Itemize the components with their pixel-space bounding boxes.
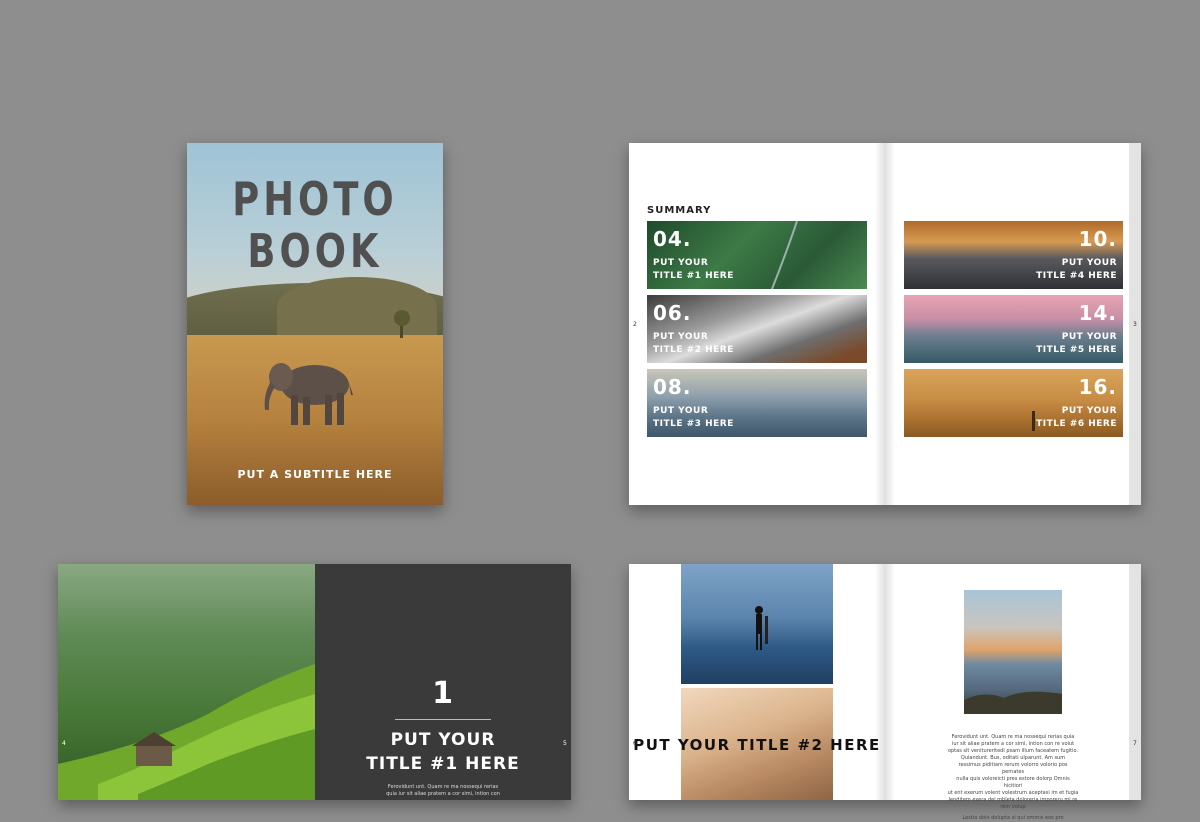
body-line: rem volup — [1000, 804, 1026, 810]
cover-title-line1: PHOTO — [232, 172, 398, 226]
summary-entry-title-line: PUT YOUR — [653, 406, 709, 416]
summary-entry-thumbnail[interactable]: 08. PUT YOUR TITLE #3 HERE — [647, 369, 867, 437]
body-line: lenditem exera del mbleta doloreria impo… — [948, 797, 1078, 803]
title-divider — [395, 719, 491, 720]
page-number: 4 — [62, 740, 66, 747]
page-edge — [1129, 564, 1141, 800]
cover-page: PHOTO BOOK PUT A SUBTITLE HERE — [187, 143, 443, 505]
summary-entry-title: PUT YOUR TITLE #4 HERE — [1036, 257, 1117, 283]
cover-subtitle: PUT A SUBTITLE HERE — [237, 468, 393, 481]
body-line: Lestia dolo dolupta si qui ommis eos pro — [962, 815, 1064, 821]
summary-heading: SUMMARY — [647, 205, 712, 216]
body-line: Ferovidunt unt. Quam re ma nossequi reri… — [387, 784, 499, 790]
summary-entry-thumbnail[interactable]: 04. PUT YOUR TITLE #1 HERE — [647, 221, 867, 289]
summary-entry-title-line: TITLE #4 HERE — [1036, 271, 1117, 281]
person-silhouette — [1032, 411, 1035, 431]
chapter2-spread: PUT YOUR TITLE #2 HERE Ferovidunt unt. Q… — [629, 564, 1141, 821]
summary-entry-thumbnail[interactable]: 14. PUT YOUR TITLE #5 HERE — [904, 295, 1123, 363]
summary-entry-thumbnail[interactable]: 10. PUT YOUR TITLE #4 HERE — [904, 221, 1123, 289]
treeline-graphic — [964, 691, 1062, 714]
surfer-beach-photo — [681, 564, 833, 684]
summary-entry-title: PUT YOUR TITLE #3 HERE — [653, 405, 734, 431]
river-photo — [771, 221, 798, 289]
page-number: 2 — [633, 321, 637, 328]
surfer-silhouette — [755, 606, 768, 650]
chapter-title-line: TITLE #1 HERE — [366, 754, 520, 774]
cover-title-line2: BOOK — [247, 224, 383, 278]
chapter1-spread: 4 1 PUT YOUR TITLE #1 HERE Ferovidunt un… — [58, 564, 571, 800]
body-line: Ferovidunt unt. Quam re ma nossequi reri… — [951, 734, 1075, 740]
cover-title: PHOTO BOOK — [213, 173, 418, 277]
summary-entry-title: PUT YOUR TITLE #1 HERE — [653, 257, 734, 283]
chapter-title: PUT YOUR TITLE #1 HERE — [315, 728, 571, 776]
spread-gutter — [875, 143, 895, 505]
summary-entry-number: 14. — [1078, 301, 1117, 325]
chapter-number: 1 — [432, 676, 454, 711]
summary-entry-number: 16. — [1078, 375, 1117, 399]
summary-entry-title-line: PUT YOUR — [1061, 332, 1117, 342]
summary-entry-title-line: TITLE #6 HERE — [1036, 419, 1117, 429]
summary-entry-thumbnail[interactable]: 16. PUT YOUR TITLE #6 HERE — [904, 369, 1123, 437]
chapter-body-text: Ferovidunt unt. Quam re ma nossequi reri… — [947, 734, 1079, 822]
spread-gutter — [875, 564, 895, 800]
body-line: ut ent exerum volent volestrum aceptasi … — [947, 790, 1079, 796]
summary-entry-number: 10. — [1078, 227, 1117, 251]
body-line: quia iur sit aliae pratem a cor simi, in… — [386, 791, 500, 797]
body-line: Quiandunt. Bus, oditati ulparunt. Am sum — [960, 755, 1066, 761]
body-line: nulla quis voloreicti pres estore dolorp… — [956, 776, 1070, 789]
terraces-graphic — [58, 664, 315, 800]
chapter-title-line: PUT YOUR — [390, 730, 496, 750]
summary-entry-title-line: TITLE #1 HERE — [653, 271, 734, 281]
body-line: optas sit venitureritedi psam illum face… — [947, 748, 1079, 754]
rice-terraces-photo: 4 — [58, 564, 315, 800]
page-number: 7 — [1133, 740, 1137, 747]
elephant-photo — [264, 363, 353, 425]
page-number: 3 — [1133, 321, 1137, 328]
body-line: iur sit aliae pratem a cor simi, intion … — [951, 741, 1075, 747]
summary-entry-title-line: TITLE #5 HERE — [1036, 345, 1117, 355]
body-line: ressimus piditiam rerum volorro volorio … — [958, 762, 1068, 775]
tree-photo — [394, 310, 410, 338]
summary-entry-title: PUT YOUR TITLE #6 HERE — [1036, 405, 1117, 431]
chapter1-title-page: 1 PUT YOUR TITLE #1 HERE Ferovidunt unt.… — [315, 564, 571, 800]
summary-entry-number: 06. — [653, 301, 692, 325]
summary-entry-title-line: PUT YOUR — [653, 332, 709, 342]
summary-entry-number: 04. — [653, 227, 692, 251]
chapter-title: PUT YOUR TITLE #2 HERE — [633, 736, 881, 754]
sunset-horizon-photo — [964, 590, 1062, 714]
summary-entry-thumbnail[interactable]: 06. PUT YOUR TITLE #2 HERE — [647, 295, 867, 363]
summary-entry-title: PUT YOUR TITLE #2 HERE — [653, 331, 734, 357]
summary-entry-title-line: PUT YOUR — [653, 258, 709, 268]
summary-entry-title-line: PUT YOUR — [1061, 258, 1117, 268]
summary-entry-title-line: TITLE #3 HERE — [653, 419, 734, 429]
cover-photo-hill — [277, 277, 437, 337]
chapter-body-text: Ferovidunt unt. Quam re ma nossequi reri… — [315, 784, 571, 798]
summary-spread: SUMMARY 2 3 04. PUT YOUR TITLE #1 HERE 0… — [629, 143, 1141, 505]
summary-entry-title: PUT YOUR TITLE #5 HERE — [1036, 331, 1117, 357]
summary-entry-title-line: PUT YOUR — [1061, 406, 1117, 416]
summary-entry-number: 08. — [653, 375, 692, 399]
page-number: 5 — [563, 740, 567, 747]
page-number: 6 — [633, 740, 637, 747]
summary-entry-title-line: TITLE #2 HERE — [653, 345, 734, 355]
